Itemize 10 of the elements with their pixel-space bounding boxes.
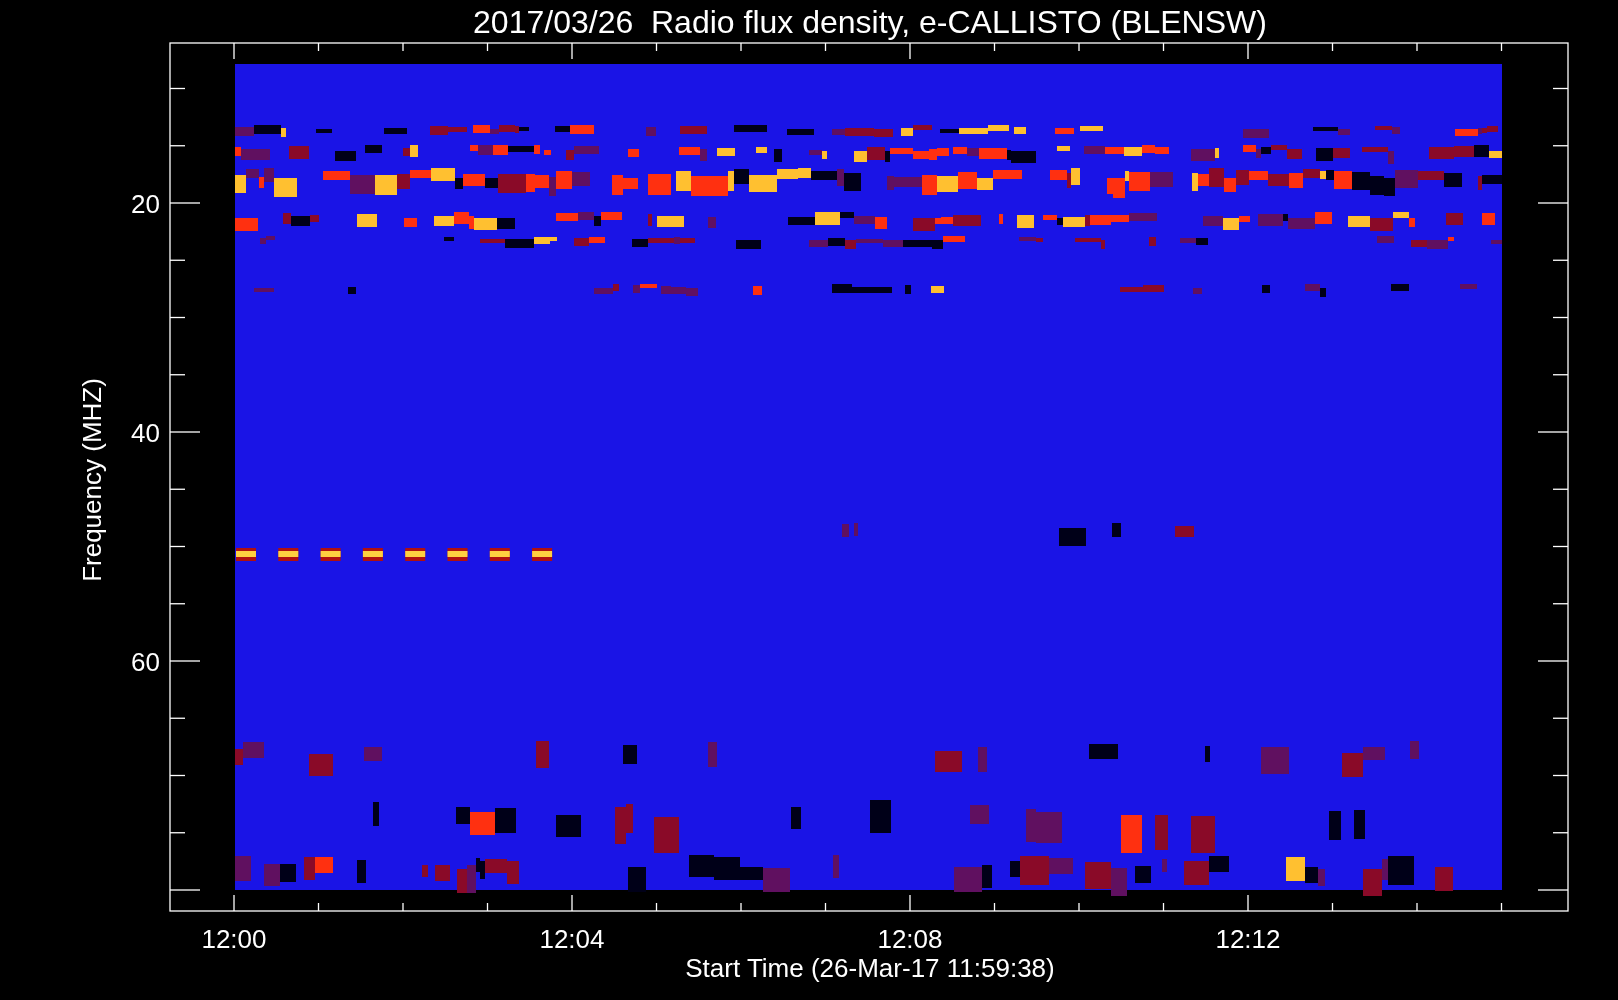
y-tick-label: 40 [131,418,160,448]
y-tick-label: 20 [131,189,160,219]
x-tick-label: 12:12 [1215,924,1281,954]
chart-title: 2017/03/26 Radio flux density, e-CALLISTO (BLENSW) [473,4,1267,40]
x-tick-label: 12:08 [877,924,943,954]
x-tick-label: 12:00 [201,924,267,954]
y-axis-label: Frequency (MHZ) [77,378,107,582]
x-axis-label: Start Time (26-Mar-17 11:59:38) [685,953,1055,983]
y-tick-label: 60 [131,647,160,677]
x-tick-label: 12:04 [539,924,605,954]
